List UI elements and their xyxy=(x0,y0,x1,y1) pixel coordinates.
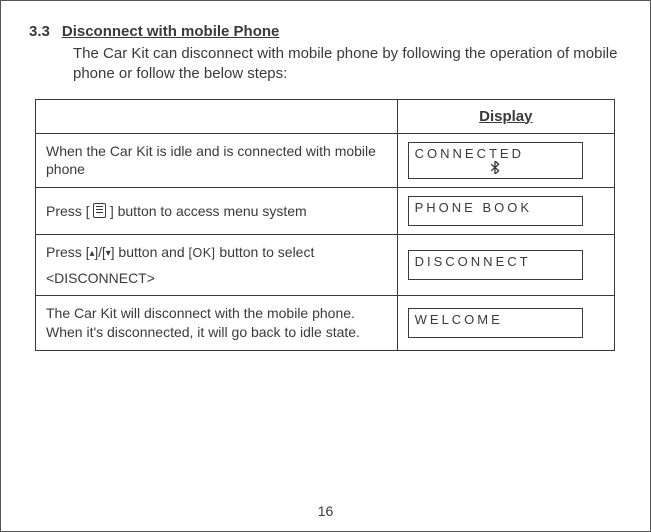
bracket-close: ] xyxy=(106,204,114,219)
section-title: Disconnect with mobile Phone xyxy=(62,23,280,40)
table-row: When the Car Kit is idle and is connecte… xyxy=(36,133,615,188)
lcd-display: WELCOME xyxy=(408,308,583,338)
bracket-open: [ xyxy=(86,204,94,219)
instruction-cell: When the Car Kit is idle and is connecte… xyxy=(36,133,398,188)
down-arrow-icon: ▾ xyxy=(106,248,111,259)
text-part: button and xyxy=(115,244,189,260)
updown-key: [▴]/[▾] xyxy=(86,245,115,260)
menu-icon xyxy=(93,203,106,218)
steps-table: Display When the Car Kit is idle and is … xyxy=(35,99,615,352)
lcd-text: DISCONNECT xyxy=(415,254,531,269)
empty-header xyxy=(36,99,398,133)
ok-key: [OK] xyxy=(189,246,216,260)
display-header: Display xyxy=(397,99,614,133)
instruction-cell: Press [ ] button to access menu system xyxy=(36,188,398,235)
display-cell: CONNECTED xyxy=(397,133,614,188)
lcd-display: DISCONNECT xyxy=(408,250,583,280)
section-heading: 3.3 Disconnect with mobile Phone xyxy=(29,23,622,40)
table-header-row: Display xyxy=(36,99,615,133)
section-number: 3.3 xyxy=(29,23,50,40)
page-frame: 3.3 Disconnect with mobile Phone The Car… xyxy=(0,0,651,532)
table-row: The Car Kit will disconnect with the mob… xyxy=(36,296,615,351)
display-cell: DISCONNECT xyxy=(397,235,614,296)
text-part: button to select xyxy=(216,244,315,260)
bluetooth-icon xyxy=(415,161,576,176)
lcd-text: PHONE BOOK xyxy=(415,200,532,215)
lcd-text: WELCOME xyxy=(415,312,503,327)
lcd-display: CONNECTED xyxy=(408,142,583,180)
text-part: Press xyxy=(46,203,86,219)
instruction-cell: Press [▴]/[▾] button and [OK] button to … xyxy=(36,235,398,296)
table-row: Press [▴]/[▾] button and [OK] button to … xyxy=(36,235,615,296)
display-cell: WELCOME xyxy=(397,296,614,351)
text-part: Press xyxy=(46,244,86,260)
up-arrow-icon: ▴ xyxy=(89,248,94,259)
lcd-display: PHONE BOOK xyxy=(408,196,583,226)
lcd-text: CONNECTED xyxy=(415,146,524,161)
page-number: 16 xyxy=(1,503,650,519)
section-intro: The Car Kit can disconnect with mobile p… xyxy=(73,44,622,85)
table-row: Press [ ] button to access menu system P… xyxy=(36,188,615,235)
text-part: button to access menu system xyxy=(114,203,307,219)
text-line2: <DISCONNECT> xyxy=(46,269,387,288)
display-cell: PHONE BOOK xyxy=(397,188,614,235)
instruction-cell: The Car Kit will disconnect with the mob… xyxy=(36,296,398,351)
